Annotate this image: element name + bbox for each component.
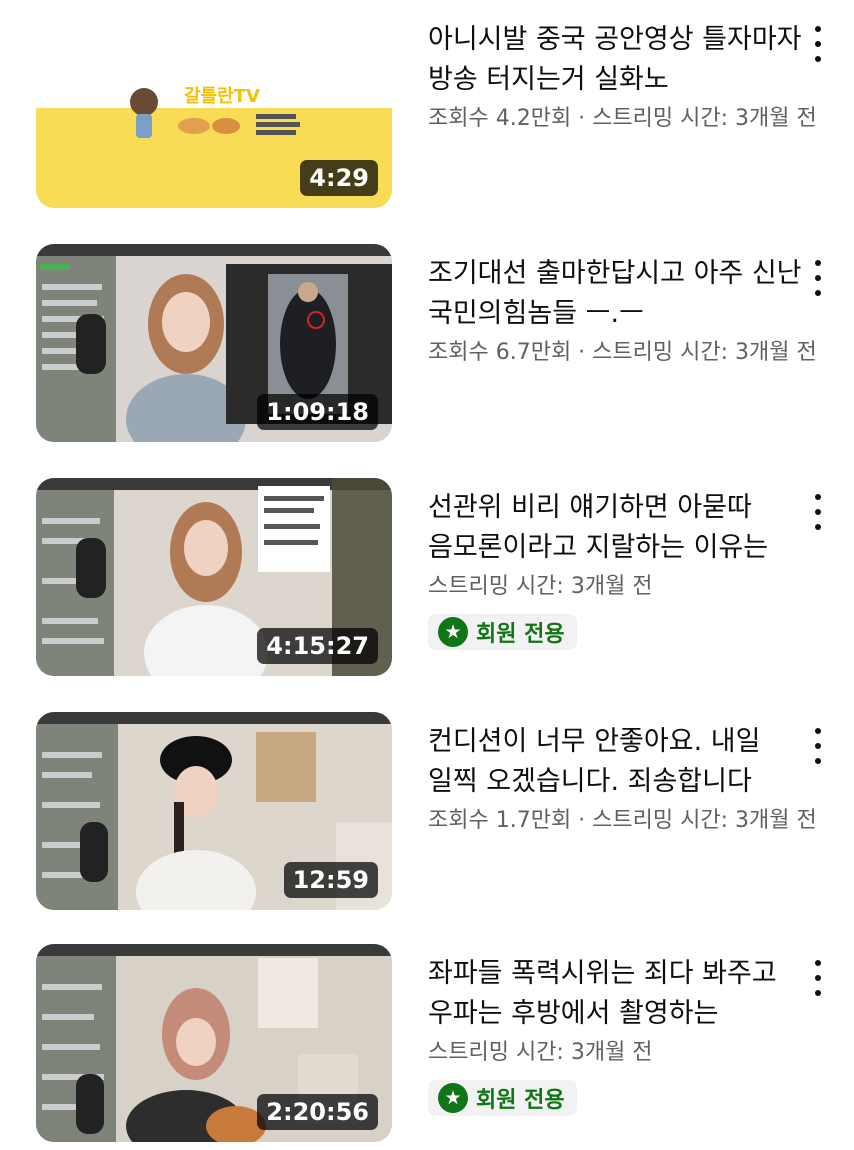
members-only-badge: ★ 회원 전용	[428, 1080, 577, 1116]
video-title[interactable]: 조기대선 출마한답시고 아주 신난 국민의힘놈들 ㅡ.ㅡ	[428, 254, 810, 334]
star-icon: ★	[438, 617, 468, 647]
video-duration: 1:09:18	[257, 394, 378, 430]
more-vert-icon[interactable]	[806, 492, 830, 532]
video-info: 컨디션이 너무 안좋아요. 내일 일찍 오겠습니다. 죄송합니다 조회수 1.7…	[428, 722, 817, 836]
video-list: 갈틀란TV 4:29 아니시발 중국 공안영상 틀자마자 방송 터지는거 실화노…	[0, 0, 854, 1150]
video-thumbnail[interactable]: 갈틀란TV 4:29	[36, 10, 392, 208]
video-meta: 조회수 1.7만회 · 스트리밍 시간: 3개월 전	[428, 808, 817, 833]
video-duration: 4:29	[300, 160, 378, 196]
video-meta: 스트리밍 시간: 3개월 전	[428, 574, 653, 599]
video-info: 선관위 비리 얘기하면 아묻따 음모론이라고 지랄하는 이유는 스트리밍 시간:…	[428, 488, 810, 650]
video-thumbnail[interactable]: 1:09:18	[36, 244, 392, 442]
video-item[interactable]: 12:59 컨디션이 너무 안좋아요. 내일 일찍 오겠습니다. 죄송합니다 조…	[0, 712, 854, 912]
video-item[interactable]: 4:15:27 선관위 비리 얘기하면 아묻따 음모론이라고 지랄하는 이유는 …	[0, 478, 854, 678]
badge-label: 회원 전용	[476, 1088, 565, 1113]
more-vert-icon[interactable]	[806, 258, 830, 298]
badge-label: 회원 전용	[476, 622, 565, 647]
video-duration: 12:59	[283, 862, 378, 898]
video-thumbnail[interactable]: 4:15:27	[36, 478, 392, 676]
video-thumbnail[interactable]: 2:20:56	[36, 944, 392, 1142]
video-meta: 조회수 4.2만회 · 스트리밍 시간: 3개월 전	[428, 106, 817, 131]
video-thumbnail[interactable]: 12:59	[36, 712, 392, 910]
more-vert-icon[interactable]	[806, 24, 830, 64]
video-meta: 조회수 6.7만회 · 스트리밍 시간: 3개월 전	[428, 340, 817, 365]
video-title[interactable]: 선관위 비리 얘기하면 아묻따 음모론이라고 지랄하는 이유는	[428, 488, 810, 568]
video-title[interactable]: 아니시발 중국 공안영상 틀자마자 방송 터지는거 실화노	[428, 20, 810, 100]
video-info: 조기대선 출마한답시고 아주 신난 국민의힘놈들 ㅡ.ㅡ 조회수 6.7만회 ·…	[428, 254, 817, 368]
video-info: 좌파들 폭력시위는 죄다 봐주고 우파는 후방에서 촬영하는 스트리밍 시간: …	[428, 954, 810, 1116]
svg-text:갈틀란TV: 갈틀란TV	[184, 85, 260, 107]
video-duration: 2:20:56	[257, 1094, 378, 1130]
more-vert-icon[interactable]	[806, 726, 830, 766]
video-meta: 스트리밍 시간: 3개월 전	[428, 1040, 653, 1065]
video-item[interactable]: 1:09:18 조기대선 출마한답시고 아주 신난 국민의힘놈들 ㅡ.ㅡ 조회수…	[0, 244, 854, 444]
video-duration: 4:15:27	[257, 628, 378, 664]
video-item[interactable]: 2:20:56 좌파들 폭력시위는 죄다 봐주고 우파는 후방에서 촬영하는 스…	[0, 944, 854, 1144]
video-item[interactable]: 갈틀란TV 4:29 아니시발 중국 공안영상 틀자마자 방송 터지는거 실화노…	[0, 10, 854, 210]
video-title[interactable]: 좌파들 폭력시위는 죄다 봐주고 우파는 후방에서 촬영하는	[428, 954, 810, 1034]
video-info: 아니시발 중국 공안영상 틀자마자 방송 터지는거 실화노 조회수 4.2만회 …	[428, 20, 817, 134]
more-vert-icon[interactable]	[806, 958, 830, 998]
video-title[interactable]: 컨디션이 너무 안좋아요. 내일 일찍 오겠습니다. 죄송합니다	[428, 722, 810, 802]
members-only-badge: ★ 회원 전용	[428, 614, 577, 650]
star-icon: ★	[438, 1083, 468, 1113]
